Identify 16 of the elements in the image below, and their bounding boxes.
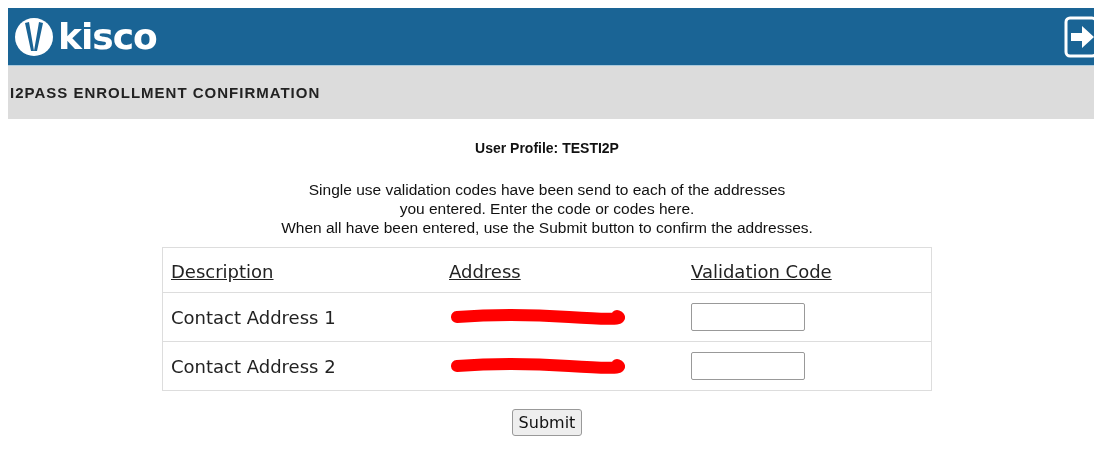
validation-code-field[interactable] bbox=[691, 352, 805, 380]
description-cell: Contact Address 2 bbox=[171, 355, 336, 377]
validation-code-field[interactable] bbox=[691, 303, 805, 331]
user-profile: User Profile: TESTI2P bbox=[475, 140, 619, 156]
instruction-text: Single use validation codes have been send to each of the addresses bbox=[308, 180, 786, 199]
column-header: Validation Code bbox=[683, 247, 932, 293]
logo-icon bbox=[14, 16, 54, 57]
column-header: Description bbox=[162, 247, 441, 293]
page-title: I2PASS ENROLLMENT CONFIRMATION bbox=[10, 84, 321, 101]
submit-button[interactable]: Submit bbox=[511, 409, 583, 436]
brand-name: kisco bbox=[58, 16, 157, 57]
description-cell: Contact Address 1 bbox=[171, 306, 336, 328]
instruction-text: you entered. Enter the code or codes here. bbox=[399, 199, 695, 218]
column-header: Address bbox=[441, 247, 683, 293]
instruction-text: When all have been entered, use the Submit button to confirm the addresses. bbox=[281, 218, 813, 237]
logout-icon[interactable] bbox=[1064, 15, 1094, 58]
